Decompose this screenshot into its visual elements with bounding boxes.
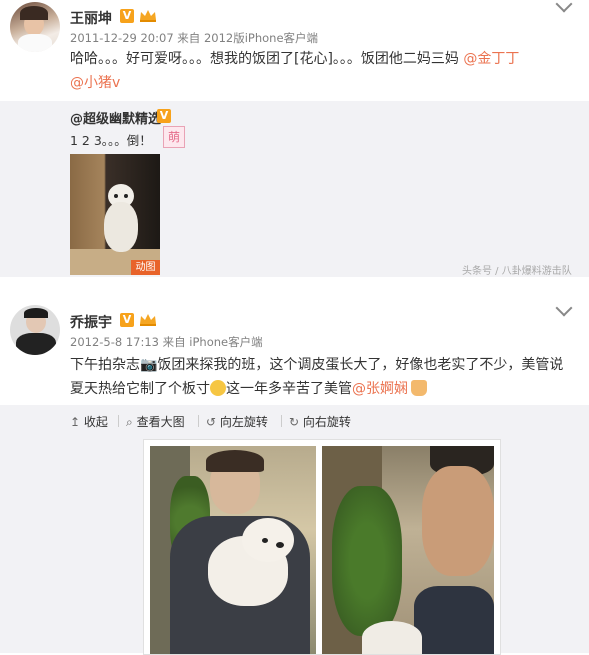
smile-emoji-icon <box>210 380 226 396</box>
repost-dog-gif-image[interactable]: 动图 <box>70 154 160 275</box>
post2-media-panel: ↥ 收起 ⌕ 查看大图 ↺ 向左旋转 ↻ 向右旋转 <box>0 405 589 655</box>
post2-photo[interactable] <box>143 439 501 655</box>
repost-verified-badge-icon: V <box>157 109 171 123</box>
post2-text-line2-a: 夏天热给它制了个板寸 <box>70 381 210 397</box>
rotate-right-button[interactable]: ↻ 向右旋转 <box>289 413 351 430</box>
post2-vip-crown-icon <box>139 313 157 326</box>
vip-crown-icon <box>139 9 157 22</box>
post2-meta: 2012-5-8 17:13 来自 iPhone客户端 <box>70 335 263 349</box>
repost-text: 1 2 3。。。倒！ <box>70 133 152 148</box>
mention-zhangexian[interactable]: @张婀娴 <box>352 381 408 397</box>
view-large-button[interactable]: ⌕ 查看大图 <box>126 413 185 430</box>
post2-text-line2-b: 这一年多辛苦了美管 <box>226 381 352 397</box>
photo-left-man-with-dog <box>150 446 316 654</box>
mention-jindingding[interactable]: @金丁丁 <box>463 51 519 67</box>
rotate-left-button[interactable]: ↺ 向左旋转 <box>206 413 268 430</box>
repost-author[interactable]: @超级幽默精选 <box>70 108 161 127</box>
post2-text-line1: 下午拍杂志📷饭团来探我的班，这个调皮蛋长大了，好像也老实了不少，美管说 <box>70 357 564 373</box>
post1-text: 哈哈。。。好可爱呀。。。想我的饭团了[花心]。。。饭团他二妈三妈 @金丁丁 <box>70 47 519 71</box>
toolbar-divider <box>118 415 119 427</box>
post2-verified-badge-icon: V <box>120 313 134 327</box>
verified-badge-icon: V <box>120 9 134 23</box>
collapse-button[interactable]: ↥ 收起 <box>70 413 108 430</box>
magnifier-icon: ⌕ <box>126 415 133 429</box>
avatar-wanglikun[interactable] <box>10 2 60 52</box>
post1-menu-chevron-icon[interactable] <box>555 0 573 13</box>
toolbar-divider <box>198 415 199 427</box>
post1-author-name[interactable]: 王丽坤 <box>70 8 112 28</box>
post2-author-name[interactable]: 乔振宇 <box>70 312 112 332</box>
gif-label: 动图 <box>131 260 160 275</box>
avatar-qiaozhenyu[interactable] <box>10 305 60 355</box>
rotate-right-icon: ↻ <box>289 415 300 429</box>
moe-sticker-icon: 萌 <box>163 126 185 148</box>
rotate-left-icon: ↺ <box>206 415 217 429</box>
post1-repost-box: @超级幽默精选 V 1 2 3。。。倒！ 萌 动图 <box>0 101 589 277</box>
post2-menu-chevron-icon[interactable] <box>555 299 573 317</box>
post1-meta: 2011-12-29 20:07 来自 2012版iPhone客户端 <box>70 31 319 45</box>
watermark: 头条号 / 八卦爆料游击队 <box>462 266 572 277</box>
photo-right-man-portrait <box>322 446 494 654</box>
collapse-arrow-icon: ↥ <box>70 415 81 429</box>
toolbar-divider <box>281 415 282 427</box>
post1-text-body: 哈哈。。。好可爱呀。。。想我的饭团了[花心]。。。饭团他二妈三妈 <box>70 51 459 67</box>
post2-text-line2: 夏天热给它制了个板寸 这一年多辛苦了美管@张婀娴 <box>70 377 427 401</box>
mention-xiaozhuv[interactable]: @小猪v <box>70 71 120 95</box>
pray-emoji-icon <box>411 380 427 396</box>
